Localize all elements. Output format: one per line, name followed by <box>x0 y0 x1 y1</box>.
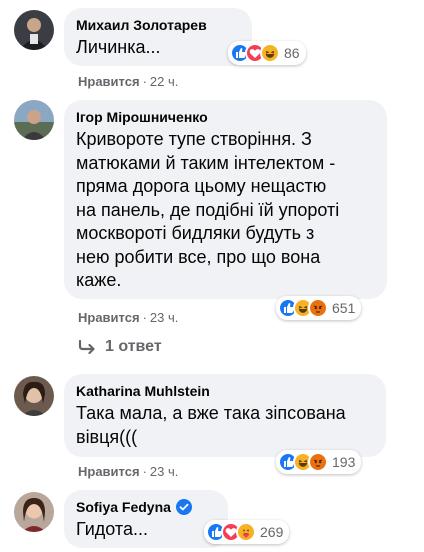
like-link[interactable]: Нравится <box>78 74 140 89</box>
timestamp[interactable]: 22 ч. <box>150 74 178 89</box>
reaction-summary[interactable]: 651 <box>276 296 362 320</box>
comment-actions: Нравится · 23 ч. <box>78 464 179 479</box>
timestamp[interactable]: 23 ч. <box>150 310 178 325</box>
comment-text: Гидота... <box>76 519 148 539</box>
reply-arrow-icon <box>78 340 95 354</box>
comment-actions: Нравится · 22 ч. <box>78 74 179 89</box>
like-link[interactable]: Нравится <box>78 310 140 325</box>
avatar[interactable] <box>14 10 54 50</box>
comment-bubble: Sofiya Fedyna Гидота... <box>64 490 228 548</box>
avatar[interactable] <box>14 376 54 416</box>
comment-author[interactable]: Михаил Золотарев <box>76 16 240 34</box>
comment-text: Личинка... <box>76 37 161 57</box>
avatar[interactable] <box>14 100 54 140</box>
angry-icon <box>308 452 328 472</box>
comment-bubble: Ігор Мірошниченко Кривороте тупе створін… <box>64 100 387 299</box>
avatar[interactable] <box>14 492 54 532</box>
reaction-count: 269 <box>260 524 284 540</box>
reaction-count: 651 <box>332 300 356 316</box>
reaction-count: 193 <box>332 454 356 470</box>
reaction-count: 86 <box>284 45 300 61</box>
comment-actions: Нравится · 23 ч. <box>78 310 179 325</box>
angry-icon <box>308 298 328 318</box>
comment-text: Така мала, а вже така зіпсована вівця((( <box>76 403 346 447</box>
reaction-summary[interactable]: 86 <box>228 41 306 65</box>
verified-badge-icon <box>175 499 192 515</box>
comment-bubble: Михаил Золотарев Личинка... <box>64 8 252 66</box>
haha-icon <box>260 43 280 63</box>
timestamp[interactable]: 23 ч. <box>150 464 178 479</box>
comment-author[interactable]: Katharina Muhlstein <box>76 382 374 400</box>
comment-author[interactable]: Ігор Мірошниченко <box>76 108 375 126</box>
comment-bubble: Katharina Muhlstein Така мала, а вже так… <box>64 374 386 457</box>
comment-author[interactable]: Sofiya Fedyna <box>76 498 216 516</box>
reaction-summary[interactable]: 193 <box>276 450 362 474</box>
care-icon <box>236 522 256 542</box>
view-replies-link[interactable]: 1 ответ <box>78 338 162 356</box>
comment-text: Кривороте тупе створіння. З матюками й т… <box>76 129 340 290</box>
replies-label: 1 ответ <box>105 338 162 355</box>
reaction-summary[interactable]: 269 <box>204 520 290 544</box>
like-link[interactable]: Нравится <box>78 464 140 479</box>
